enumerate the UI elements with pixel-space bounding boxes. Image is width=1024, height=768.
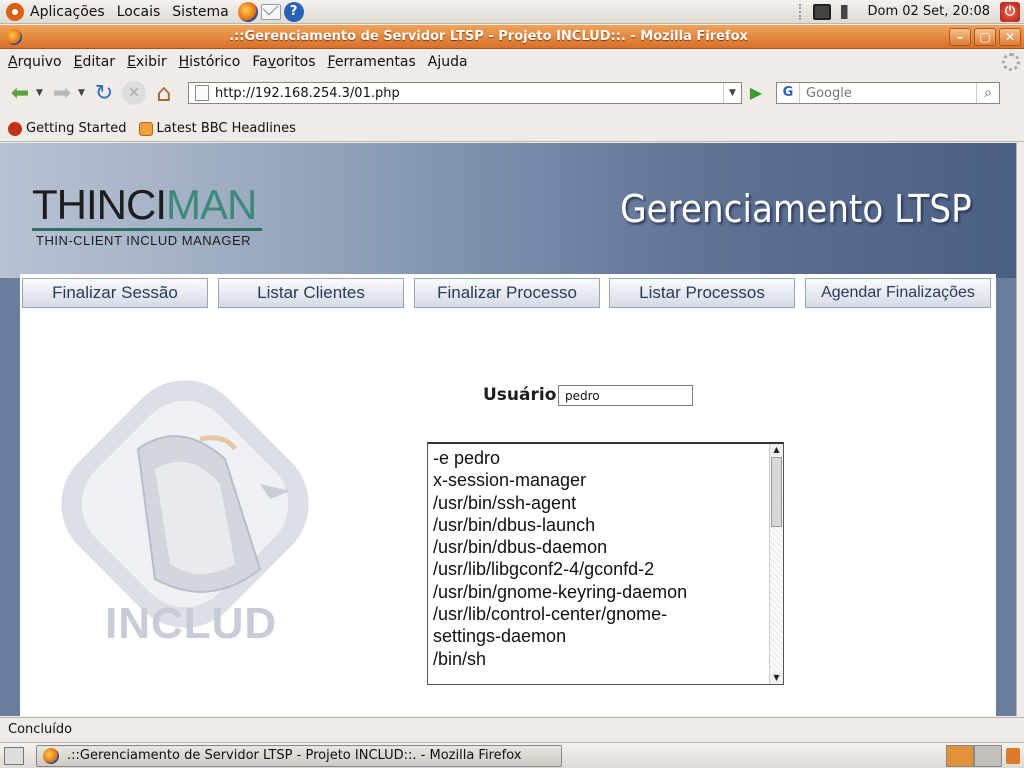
- tab-finalizar-sessao[interactable]: Finalizar Sessão: [22, 278, 208, 308]
- reload-icon[interactable]: ↻: [90, 79, 118, 107]
- process-item[interactable]: -e pedro: [433, 447, 763, 469]
- ubuntu-logo-icon: [6, 2, 24, 21]
- power-icon[interactable]: ⏻: [1000, 1, 1020, 22]
- workspace-2[interactable]: [974, 744, 1002, 767]
- process-item[interactable]: /bin/sh: [433, 648, 763, 670]
- forward-arrow-icon[interactable]: ➡: [48, 79, 76, 107]
- menu-ferramentas[interactable]: Ferramentas: [322, 54, 422, 70]
- window-title: .::Gerenciamento de Servidor LTSP - Proj…: [229, 29, 748, 44]
- firefox-bookmark-icon: [8, 121, 22, 136]
- firefox-taskbar-icon: [43, 747, 59, 764]
- page-favicon-icon: [195, 85, 209, 101]
- main-panel: Finalizar Sessão Listar Clientes Finaliz…: [20, 274, 996, 716]
- menu-arquivo[interactable]: Arquivo: [2, 54, 68, 70]
- workspace-1[interactable]: [946, 744, 974, 767]
- user-label: Usuário:: [483, 385, 564, 405]
- firefox-launcher-icon[interactable]: [237, 1, 258, 22]
- status-text: Concluído: [8, 722, 73, 737]
- logo-underline: [32, 228, 262, 231]
- menu-exibir[interactable]: Exibir: [121, 54, 173, 70]
- process-listbox[interactable]: -e pedro x-session-manager/usr/bin/ssh-ag…: [427, 442, 784, 685]
- includ-wordmark: INCLUD: [105, 599, 278, 648]
- bookmark-bbc-headlines[interactable]: Latest BBC Headlines: [138, 121, 296, 136]
- process-item[interactable]: x-session-manager: [433, 469, 763, 491]
- banner-title: Gerenciamento LTSP: [620, 187, 972, 231]
- mail-launcher-icon[interactable]: [260, 3, 281, 20]
- url-history-dropdown-icon[interactable]: ▼: [723, 83, 741, 103]
- maximize-button[interactable]: ▢: [974, 27, 996, 46]
- applications-menu-label: Aplicações: [30, 3, 105, 20]
- bottom-panel: .::Gerenciamento de Servidor LTSP - Proj…: [0, 742, 1024, 768]
- tab-finalizar-processo[interactable]: Finalizar Processo: [414, 278, 600, 308]
- tab-agendar-finalizacoes[interactable]: Agendar Finalizações: [805, 278, 991, 308]
- logo-part-man: MAN: [166, 181, 257, 228]
- taskbar-window-button[interactable]: .::Gerenciamento de Servidor LTSP - Proj…: [36, 744, 562, 767]
- applications-menu[interactable]: Aplicações: [0, 0, 111, 24]
- show-desktop-icon[interactable]: [4, 746, 24, 765]
- process-item[interactable]: settings-daemon: [433, 625, 763, 647]
- tab-listar-processos[interactable]: Listar Processos: [609, 278, 795, 308]
- scroll-down-arrow-icon[interactable]: ▼: [770, 672, 783, 684]
- home-icon[interactable]: ⌂: [150, 79, 178, 107]
- bookmarks-toolbar: Getting Started Latest BBC Headlines: [0, 116, 1024, 142]
- page-scrollbar[interactable]: [1016, 143, 1024, 716]
- process-item[interactable]: /usr/lib/libgconf2-4/gconfd-2: [433, 558, 763, 580]
- bookmark-label: Getting Started: [26, 121, 127, 136]
- scroll-up-arrow-icon[interactable]: ▲: [770, 444, 783, 456]
- search-bar: G ⌕: [776, 82, 1000, 104]
- process-list-scrollbar[interactable]: ▲ ▼: [769, 444, 783, 684]
- back-arrow-icon[interactable]: ⬅: [6, 79, 34, 107]
- web-content: THINCIMAN THIN-CLIENT INCLUD MANAGER Ger…: [0, 143, 1016, 716]
- display-icon[interactable]: [813, 3, 832, 20]
- url-bar[interactable]: http://192.168.254.3/01.php ▼: [188, 82, 742, 104]
- places-menu[interactable]: Locais: [111, 0, 167, 24]
- menu-favoritos[interactable]: Favoritos: [246, 54, 321, 70]
- menu-bar: Arquivo Editar Exibir Histórico Favorito…: [0, 50, 1024, 74]
- clock[interactable]: Dom 02 Set, 20:08: [867, 4, 990, 19]
- navigation-toolbar: ⬅ ▼ ➡ ▼ ↻ ✕ ⌂ http://192.168.254.3/01.ph…: [0, 76, 1024, 110]
- logo-part-thin: THINCI: [32, 181, 167, 228]
- taskbar-window-title: .::Gerenciamento de Servidor LTSP - Proj…: [67, 748, 522, 763]
- help-launcher-icon[interactable]: ?: [283, 1, 304, 22]
- panel-separator: [799, 3, 803, 20]
- user-field[interactable]: [558, 385, 693, 406]
- back-history-dropdown[interactable]: ▼: [36, 88, 48, 98]
- volume-icon[interactable]: [841, 4, 858, 19]
- process-item[interactable]: /usr/lib/control-center/gnome-: [433, 603, 763, 625]
- menu-editar[interactable]: Editar: [68, 54, 121, 70]
- workspace-switcher: [946, 744, 1002, 767]
- window-title-bar[interactable]: .::Gerenciamento de Servidor LTSP - Proj…: [0, 25, 1024, 49]
- stop-icon: ✕: [122, 81, 146, 105]
- minimize-button[interactable]: –: [949, 27, 971, 46]
- process-list-items: -e pedro x-session-manager/usr/bin/ssh-ag…: [433, 447, 763, 670]
- go-arrow-icon[interactable]: ▶: [746, 83, 766, 103]
- process-item[interactable]: /usr/bin/dbus-launch: [433, 514, 763, 536]
- thinciman-logo: THINCIMAN: [32, 181, 257, 228]
- activity-throbber-icon: [1002, 53, 1020, 71]
- url-text[interactable]: http://192.168.254.3/01.php: [215, 86, 723, 101]
- menu-historico[interactable]: Histórico: [173, 54, 247, 70]
- system-menu[interactable]: Sistema: [166, 0, 234, 24]
- close-button[interactable]: ✕: [999, 27, 1021, 46]
- top-panel: Aplicações Locais Sistema ? Dom 02 Set, …: [0, 0, 1024, 24]
- search-magnifier-icon[interactable]: ⌕: [976, 83, 999, 103]
- scrollbar-thumb[interactable]: [771, 457, 782, 527]
- status-bar: Concluído: [0, 717, 1024, 741]
- firefox-window-icon[interactable]: [6, 28, 22, 45]
- menu-ajuda[interactable]: Ajuda: [422, 54, 474, 70]
- trash-icon[interactable]: [1006, 748, 1020, 764]
- tab-listar-clientes[interactable]: Listar Clientes: [218, 278, 404, 308]
- stop-button[interactable]: ✕: [120, 79, 148, 107]
- process-item[interactable]: /usr/bin/dbus-daemon: [433, 536, 763, 558]
- process-item[interactable]: /usr/bin/ssh-agent: [433, 492, 763, 514]
- logo-subtitle: THIN-CLIENT INCLUD MANAGER: [36, 233, 252, 248]
- process-item[interactable]: /usr/bin/gnome-keyring-daemon: [433, 581, 763, 603]
- bookmark-label: Latest BBC Headlines: [156, 121, 296, 136]
- system-tray: Dom 02 Set, 20:08 ⏻: [799, 1, 1024, 22]
- bookmark-getting-started[interactable]: Getting Started: [8, 121, 127, 136]
- google-engine-icon[interactable]: G: [777, 83, 800, 103]
- forward-history-dropdown[interactable]: ▼: [78, 88, 90, 98]
- rss-icon: [138, 121, 153, 136]
- search-input[interactable]: [800, 85, 976, 101]
